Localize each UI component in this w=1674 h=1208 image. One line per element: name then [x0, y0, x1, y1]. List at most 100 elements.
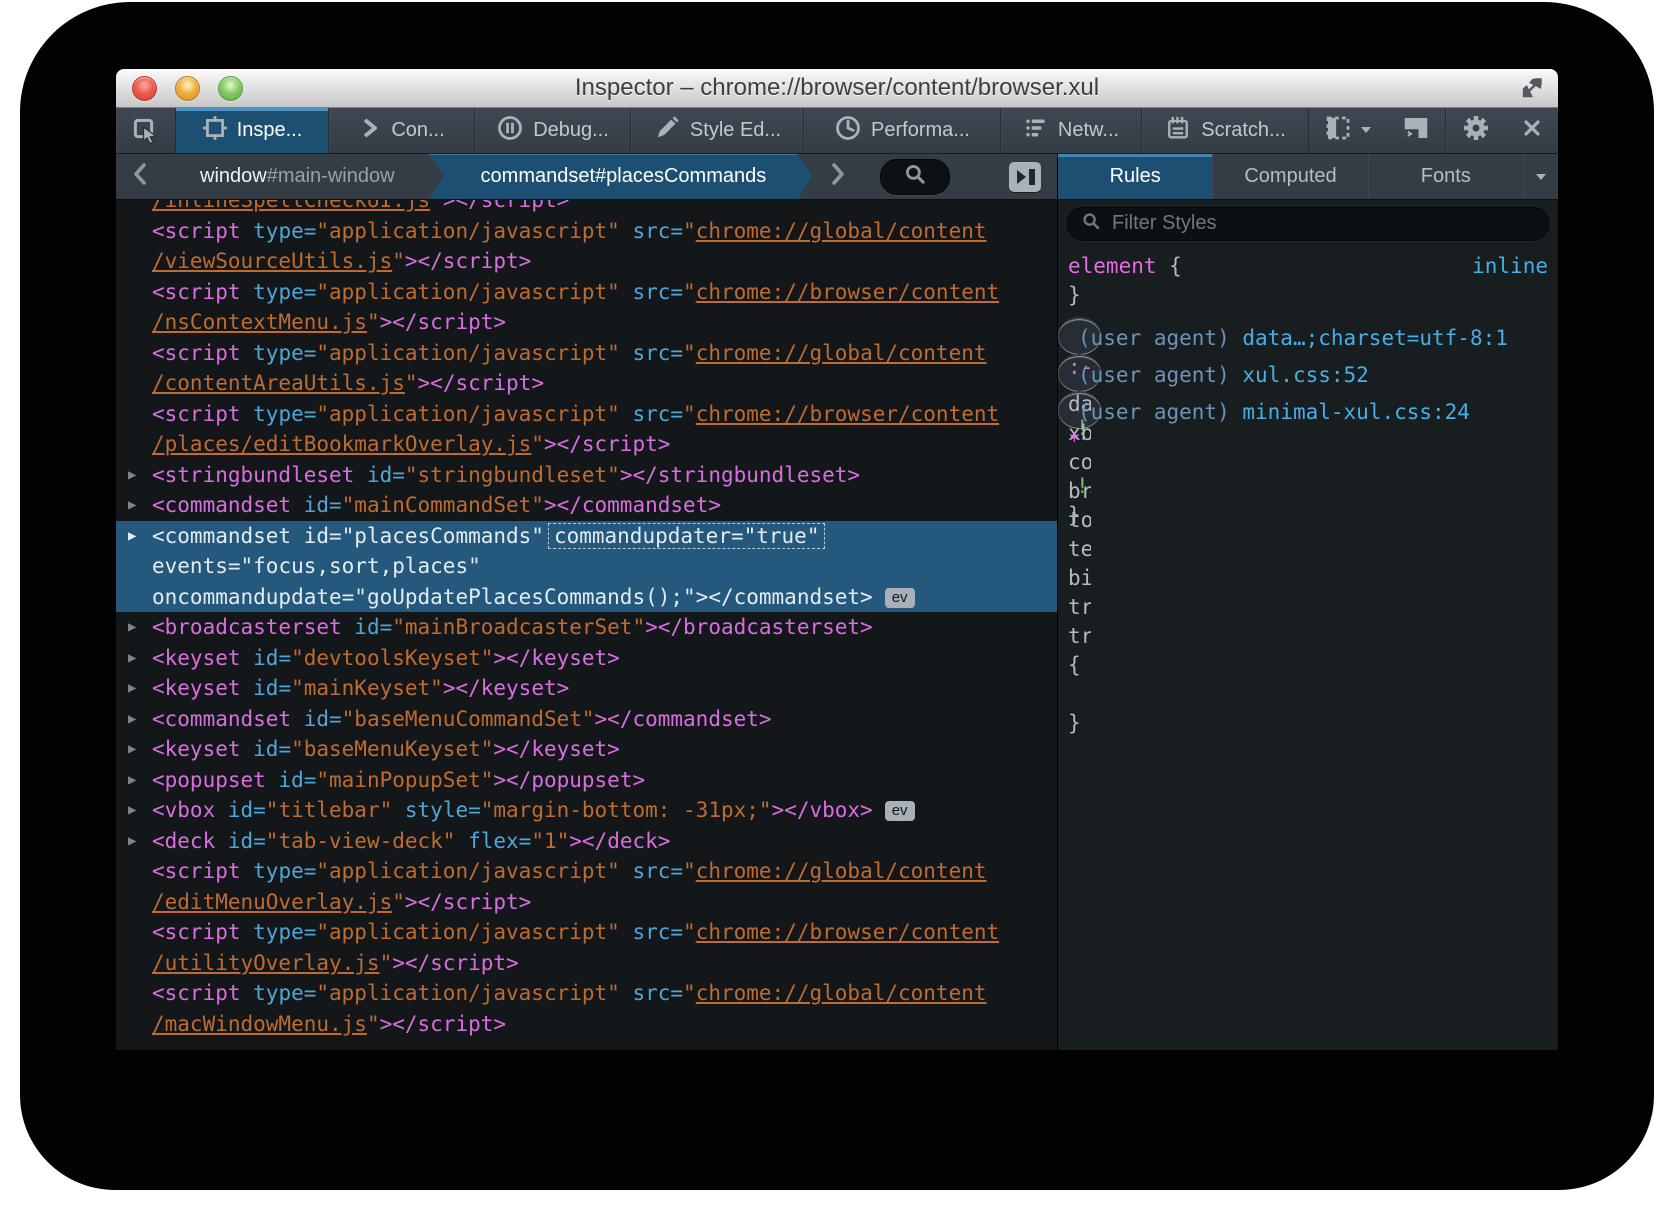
code-segment: type=: [253, 920, 316, 944]
markup-line[interactable]: <script type="application/javascript" sr…: [116, 399, 1057, 430]
expander-icon[interactable]: ▶: [128, 612, 136, 643]
expander-icon[interactable]: ▶: [128, 521, 136, 552]
code-segment: "application/javascript": [316, 920, 619, 944]
expander-icon[interactable]: ▶: [128, 704, 136, 735]
markup-line[interactable]: /macWindowMenu.js"></script>: [116, 1009, 1057, 1040]
breadcrumb-commandset[interactable]: commandset#placesCommands: [429, 154, 813, 199]
close-icon: [1520, 116, 1544, 145]
expander-icon[interactable]: ▶: [128, 490, 136, 521]
markup-line[interactable]: <script type="application/javascript" sr…: [116, 216, 1057, 247]
tab-scratch[interactable]: Scratch...: [1142, 108, 1309, 153]
markup-line[interactable]: <script type="application/javascript" sr…: [116, 856, 1057, 887]
markup-line[interactable]: ▶<stringbundleset id="stringbundleset"><…: [116, 460, 1057, 491]
markup-line[interactable]: ▶<keyset id="baseMenuKeyset"></keyset>: [116, 734, 1057, 765]
rule-line[interactable]: treeseparator, treerow, treecell: [1068, 622, 1091, 651]
tab-label: Con...: [391, 119, 444, 142]
rule-line[interactable]: (user agent) data…;charset=utf-8:1: [1068, 324, 1091, 353]
code-segment: <commandset: [152, 524, 304, 548]
expander-icon[interactable]: ▶: [128, 765, 136, 796]
markup-line-selected[interactable]: ▶<commandset id="placesCommands"commandu…: [116, 521, 1057, 552]
breadcrumb-window[interactable]: window#main-window: [166, 154, 429, 199]
markup-line[interactable]: <script type="application/javascript" sr…: [116, 917, 1057, 948]
markup-line[interactable]: ▶<vbox id="titlebar" style="margin-botto…: [116, 795, 1057, 826]
markup-line-selected[interactable]: events="focus,sort,places": [116, 551, 1057, 582]
rule-line[interactable]: element {inline: [1068, 252, 1548, 281]
stylesheet-link[interactable]: xul.css:52: [1242, 363, 1368, 387]
code-segment: ": [683, 280, 696, 304]
rule-line[interactable]: script,(user agent) xul.css:52: [1068, 361, 1091, 390]
rule-line[interactable]: }: [1068, 709, 1091, 738]
markup-line[interactable]: <script type="application/javascript" sr…: [116, 277, 1057, 308]
minimize-window-button[interactable]: [175, 76, 200, 101]
close-button[interactable]: [1506, 108, 1558, 153]
split-console-button[interactable]: [1387, 108, 1445, 153]
window-titlebar[interactable]: Inspector – chrome://browser/content/bro…: [116, 69, 1558, 108]
markup-line[interactable]: ▶<keyset id="devtoolsKeyset"></keyset>: [116, 643, 1057, 674]
tab-styleed[interactable]: Style Ed...: [631, 108, 804, 153]
expander-icon[interactable]: ▶: [128, 460, 136, 491]
sidebar-tab-fonts[interactable]: Fonts: [1369, 154, 1524, 199]
markup-line[interactable]: ▶<broadcasterset id="mainBroadcasterSet"…: [116, 612, 1057, 643]
search-nodes-button[interactable]: [880, 159, 950, 195]
expander-icon[interactable]: ▶: [128, 643, 136, 674]
filter-styles-input[interactable]: [1110, 211, 1536, 236]
expander-icon[interactable]: ▶: [128, 795, 136, 826]
markup-line[interactable]: <script type="application/javascript" sr…: [116, 978, 1057, 1009]
markup-line[interactable]: /nsContextMenu.js"></script>: [116, 307, 1057, 338]
rule-line[interactable]: {: [1068, 651, 1091, 680]
markup-line[interactable]: ▶<deck id="tab-view-deck" flex="1"></dec…: [116, 826, 1057, 857]
rule-line[interactable]: -moz-user-select: none;: [1068, 485, 1091, 514]
sidebar-tabs-overflow-button[interactable]: [1524, 154, 1558, 199]
settings-gear-button[interactable]: [1446, 108, 1506, 153]
tab-debug[interactable]: Debug...: [475, 108, 631, 153]
tab-performa[interactable]: Performa...: [804, 108, 1001, 153]
markup-line[interactable]: /viewSourceUtils.js"></script>: [116, 246, 1057, 277]
rule-line[interactable]: bindings, binding, content, member,: [1068, 564, 1091, 593]
markup-view[interactable]: /inlineSpellCheckUI.js"></script><script…: [116, 200, 1058, 1050]
markup-line[interactable]: /editMenuOverlay.js"></script>: [116, 887, 1057, 918]
stylesheet-link[interactable]: data…;charset=utf-8:1: [1242, 326, 1508, 350]
markup-line[interactable]: ▶<commandset id="mainCommandSet"></comma…: [116, 490, 1057, 521]
code-segment: src=: [632, 280, 683, 304]
markup-line[interactable]: /utilityOverlay.js"></script>: [116, 948, 1057, 979]
sidebar-tab-rules[interactable]: Rules: [1058, 154, 1213, 199]
code-segment: }: [1068, 711, 1081, 735]
zoom-window-button[interactable]: [218, 76, 243, 101]
code-segment: *: [1068, 429, 1091, 453]
stylesheet-link[interactable]: inline: [1472, 254, 1548, 278]
markup-line[interactable]: ▶<keyset id="mainKeyset"></keyset>: [116, 673, 1057, 704]
rule-line[interactable]: }: [1068, 281, 1548, 310]
tab-con[interactable]: Con...: [329, 108, 475, 153]
close-window-button[interactable]: [132, 76, 157, 101]
rule-line[interactable]: triple, treechildren, treeitem,: [1068, 593, 1091, 622]
breadcrumb-bar: window#main-windowcommandset#placesComma…: [116, 154, 1058, 199]
expander-icon[interactable]: ▶: [128, 826, 136, 857]
breadcrumb-forward-button[interactable]: [812, 154, 862, 199]
expand-sidebar-button[interactable]: [1009, 162, 1041, 192]
markup-line[interactable]: /inlineSpellCheckUI.js"></script>: [116, 200, 1057, 216]
sidebar-tab-computed[interactable]: Computed: [1213, 154, 1368, 199]
markup-line[interactable]: <script type="application/javascript" sr…: [116, 338, 1057, 369]
expander-icon[interactable]: ▶: [128, 673, 136, 704]
markup-line[interactable]: ▶<popupset id="mainPopupSet"></popupset>: [116, 765, 1057, 796]
markup-line-selected[interactable]: oncommandupdate="goUpdatePlacesCommands(…: [116, 582, 1057, 613]
markup-line[interactable]: /contentAreaUtils.js"></script>: [116, 368, 1057, 399]
pick-element-button[interactable]: [116, 108, 176, 153]
code-segment: [620, 981, 633, 1005]
markup-line[interactable]: ▶<commandset id="baseMenuCommandSet"></c…: [116, 704, 1057, 735]
rule-line[interactable]: (user agent) minimal-xul.css:24: [1068, 398, 1091, 427]
scratchpad-icon: [1164, 114, 1192, 148]
rule-line[interactable]: display: none;: [1068, 680, 1091, 709]
filter-styles-box[interactable]: [1067, 207, 1549, 241]
expander-icon[interactable]: ▶: [128, 734, 136, 765]
tab-netw[interactable]: Netw...: [1001, 108, 1142, 153]
tab-inspe[interactable]: Inspe...: [176, 108, 329, 153]
rule-line[interactable]: display: -moz-box;: [1068, 514, 1091, 543]
resize-icon[interactable]: [1520, 76, 1544, 105]
select-frame-button[interactable]: [1309, 108, 1387, 153]
rule-line[interactable]: * {: [1068, 427, 1091, 456]
stylesheet-link[interactable]: minimal-xul.css:24: [1242, 400, 1470, 424]
breadcrumb-back-button[interactable]: [116, 154, 166, 199]
markup-line[interactable]: /places/editBookmarkOverlay.js"></script…: [116, 429, 1057, 460]
rule-line[interactable]: -moz-user-focus: ignore;: [1068, 456, 1091, 485]
